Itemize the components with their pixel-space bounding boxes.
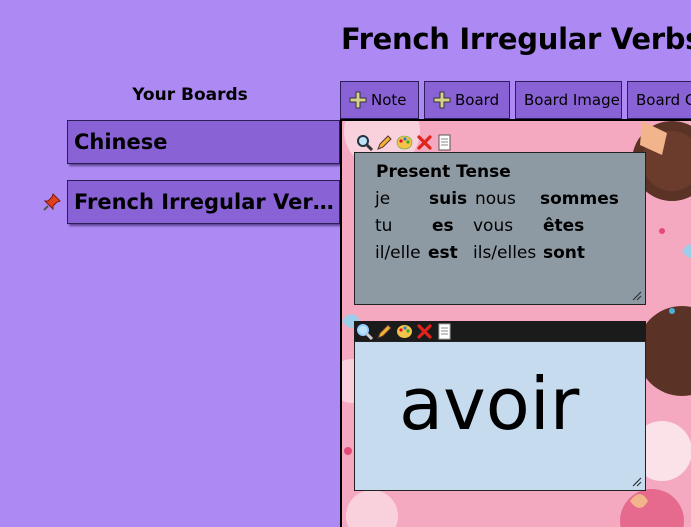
verb-form: es: [432, 216, 454, 236]
board-image-button[interactable]: Board Image: [515, 81, 622, 119]
add-note-button[interactable]: Note: [340, 81, 419, 119]
pronoun: vous: [473, 216, 514, 236]
boards-heading: Your Boards: [132, 85, 248, 105]
board-color-button[interactable]: Board Color: [627, 81, 691, 119]
add-note-label: Note: [371, 91, 407, 109]
board-item-french[interactable]: French Irregular Verbs: [67, 180, 340, 224]
note-present-tense[interactable]: Present Tense je suis nous sommes tu es …: [354, 152, 646, 305]
pronoun: il/elle: [375, 243, 421, 263]
board-item-chinese[interactable]: Chinese: [67, 120, 340, 164]
close-icon[interactable]: [416, 323, 433, 340]
note-avoir[interactable]: avoir: [354, 341, 646, 491]
resize-handle-icon[interactable]: [630, 475, 642, 487]
verb-form: sommes: [540, 189, 619, 209]
note-title: Present Tense: [376, 162, 511, 182]
close-icon[interactable]: [416, 134, 433, 151]
page-title: French Irregular Verbs: [341, 22, 691, 56]
palette-icon[interactable]: [396, 323, 413, 340]
pronoun: tu: [375, 216, 393, 236]
pin-icon[interactable]: [42, 192, 62, 212]
add-board-button[interactable]: Board: [424, 81, 510, 119]
pencil-icon[interactable]: [376, 323, 393, 340]
verb-form: suis: [429, 189, 468, 209]
pronoun: ils/elles: [473, 243, 537, 263]
verb-form: êtes: [543, 216, 585, 236]
pencil-icon[interactable]: [376, 134, 393, 151]
note1-toolbar: [354, 132, 453, 152]
verb-form: est: [428, 243, 458, 263]
resize-handle-icon[interactable]: [630, 289, 642, 301]
verb-form: sont: [543, 243, 586, 263]
magnifier-icon[interactable]: [356, 323, 373, 340]
pronoun: je: [375, 189, 391, 209]
plus-icon: [433, 91, 451, 109]
note-text: avoir: [399, 362, 580, 446]
add-board-label: Board: [455, 91, 500, 109]
notepad-icon[interactable]: [436, 323, 453, 340]
pronoun: nous: [475, 189, 516, 209]
magnifier-icon[interactable]: [356, 134, 373, 151]
plus-icon: [349, 91, 367, 109]
board-canvas[interactable]: Present Tense je suis nous sommes tu es …: [340, 119, 691, 527]
notepad-icon[interactable]: [436, 134, 453, 151]
note2-toolbar: [354, 321, 646, 341]
palette-icon[interactable]: [396, 134, 413, 151]
